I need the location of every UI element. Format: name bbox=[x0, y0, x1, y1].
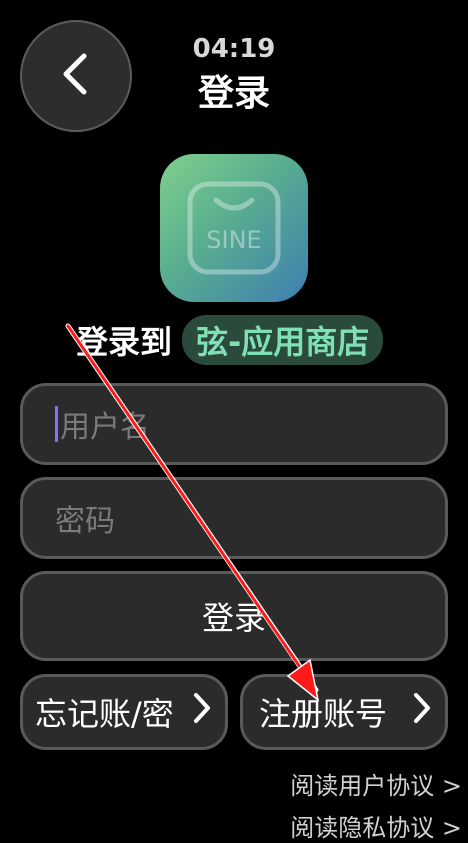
login-button[interactable]: 登录 bbox=[20, 571, 448, 661]
user-agreement-link[interactable]: 阅读用户协议 > bbox=[290, 766, 462, 801]
app-logo: SINE bbox=[160, 154, 308, 302]
username-placeholder: 用户名 bbox=[60, 410, 150, 445]
privacy-agreement-link[interactable]: 阅读隐私协议 > bbox=[290, 808, 462, 843]
login-to-heading: 登录到 弦-应用商店 bbox=[76, 315, 384, 365]
username-input[interactable]: 用户名 bbox=[20, 383, 448, 465]
shopping-bag-icon: SINE bbox=[187, 181, 281, 275]
svg-text:SINE: SINE bbox=[206, 226, 261, 254]
forgot-password-label: 忘记账/密 bbox=[35, 695, 174, 733]
register-label: 注册账号 bbox=[259, 695, 388, 733]
store-name-badge: 弦-应用商店 bbox=[182, 315, 384, 365]
password-placeholder: 密码 bbox=[55, 504, 115, 539]
register-button[interactable]: 注册账号 bbox=[240, 674, 448, 750]
status-time: 04:19 bbox=[192, 34, 276, 64]
chevron-right-icon bbox=[191, 691, 213, 733]
login-to-label: 登录到 bbox=[76, 323, 173, 361]
password-input[interactable]: 密码 bbox=[20, 477, 448, 559]
text-cursor bbox=[55, 406, 58, 442]
chevron-left-icon bbox=[56, 50, 96, 102]
login-button-label: 登录 bbox=[201, 599, 266, 637]
back-button[interactable] bbox=[20, 20, 132, 132]
chevron-right-icon bbox=[411, 691, 433, 733]
forgot-password-button[interactable]: 忘记账/密 bbox=[20, 674, 228, 750]
page-title: 登录 bbox=[197, 73, 270, 114]
